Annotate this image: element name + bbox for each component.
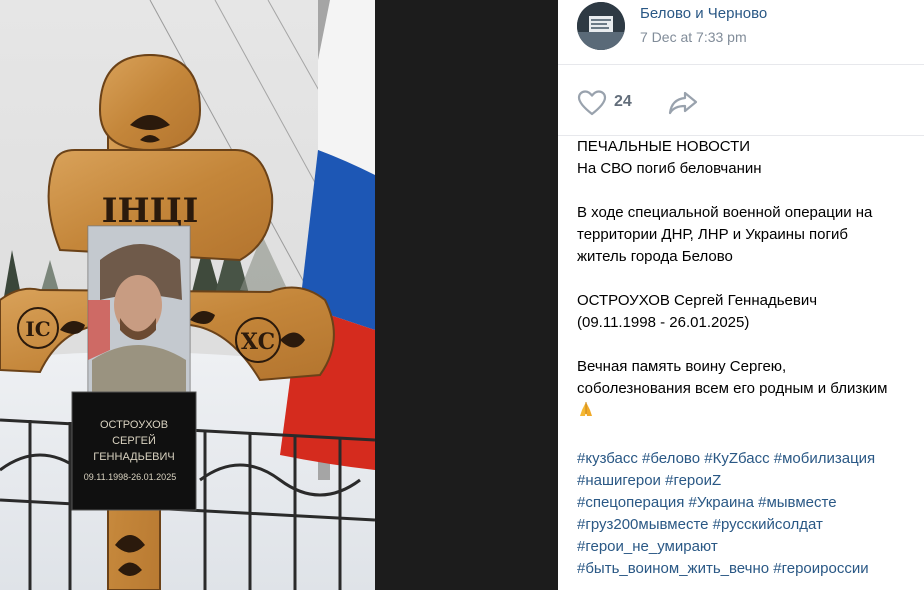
post-line: соболезнования всем его родным и близким [577, 380, 888, 397]
cross-inscription-right: XC [241, 329, 275, 355]
hashtag-link[interactable]: #герои_не_умирают [577, 538, 718, 555]
post-heading: ПЕЧАЛЬНЫЕ НОВОСТИ [577, 138, 751, 155]
hashtag-row: #кузбасс #белово #КуZбасс #мобилизация [577, 448, 924, 470]
memorial-photo: IНЦI IC XC ОСТРОУХОВ СЕРГЕЙ ГЕННАДЬЕВИЧ … [0, 0, 375, 590]
post-actions: 24 [558, 65, 924, 136]
plaque-patronymic: ГЕННАДЬЕВИЧ [93, 451, 174, 463]
hashtag-block: #кузбасс #белово #КуZбасс #мобилизация #… [577, 448, 924, 580]
post-line: житель города Белово [577, 248, 733, 265]
hashtag-link[interactable]: #кузбасс [577, 450, 638, 467]
post-sidebar: Белово и Черново 7 Dec at 7:33 pm 24 ПЕЧ… [558, 0, 924, 590]
cross-inscription-top: IНЦI [102, 191, 199, 231]
folded-hands-icon [580, 402, 592, 416]
hashtag-row: #герои_не_умирают [577, 536, 924, 558]
plaque-first-name: СЕРГЕЙ [112, 434, 156, 447]
hashtag-link[interactable]: #быть_воином_жить_вечно [577, 560, 769, 577]
hashtag-link[interactable]: #мобилизация [774, 450, 875, 467]
post-line: Вечная память воину Сергею, [577, 358, 787, 375]
plaque-dates: 09.11.1998-26.01.2025 [84, 472, 176, 482]
hashtag-link[interactable]: #КуZбасс [704, 450, 769, 467]
post-text: ПЕЧАЛЬНЫЕ НОВОСТИ На СВО погиб беловчани… [577, 136, 924, 422]
group-name-link[interactable]: Белово и Черново [640, 5, 767, 22]
hashtag-row: #спецоперация #Украина #мывместе [577, 492, 924, 514]
deceased-dates: (09.11.1998 - 26.01.2025) [577, 314, 750, 331]
post-photo[interactable]: IНЦI IC XC ОСТРОУХОВ СЕРГЕЙ ГЕННАДЬЕВИЧ … [0, 0, 375, 590]
post-header: Белово и Черново 7 Dec at 7:33 pm [558, 0, 924, 65]
hashtag-link[interactable]: #белово [642, 450, 700, 467]
heart-icon[interactable] [577, 89, 607, 117]
hashtag-link[interactable]: #героироссии [773, 560, 868, 577]
hashtag-row: #груз200мывместе #русскийсолдат [577, 514, 924, 536]
hashtag-row: #нашигерои #героиZ [577, 470, 924, 492]
emoji-line [577, 400, 924, 422]
hashtag-link[interactable]: #героиZ [665, 472, 721, 489]
photo-viewer-background [375, 0, 558, 590]
hashtag-link[interactable]: #русскийсолдат [713, 516, 823, 533]
post-line: территории ДНР, ЛНР и Украины погиб [577, 226, 848, 243]
hashtag-row: #быть_воином_жить_вечно #героироссии [577, 558, 924, 580]
post-line: На СВО погиб беловчанин [577, 160, 762, 177]
deceased-name: ОСТРОУХОВ Сергей Геннадьевич [577, 292, 818, 309]
avatar-image [577, 2, 625, 50]
hashtag-link[interactable]: #груз200мывместе [577, 516, 708, 533]
post-date-link[interactable]: 7 Dec at 7:33 pm [640, 29, 747, 45]
hashtag-link[interactable]: #мывместе [758, 494, 836, 511]
post-line: В ходе специальной военной операции на [577, 204, 873, 221]
cross-inscription-left: IC [25, 317, 50, 341]
hashtag-link[interactable]: #нашигерои [577, 472, 661, 489]
share-icon[interactable] [667, 90, 699, 116]
group-avatar[interactable] [577, 2, 625, 50]
plaque-surname: ОСТРОУХОВ [100, 419, 168, 431]
like-count: 24 [614, 93, 632, 110]
hashtag-link[interactable]: #Украина [689, 494, 754, 511]
hashtag-link[interactable]: #спецоперация [577, 494, 684, 511]
